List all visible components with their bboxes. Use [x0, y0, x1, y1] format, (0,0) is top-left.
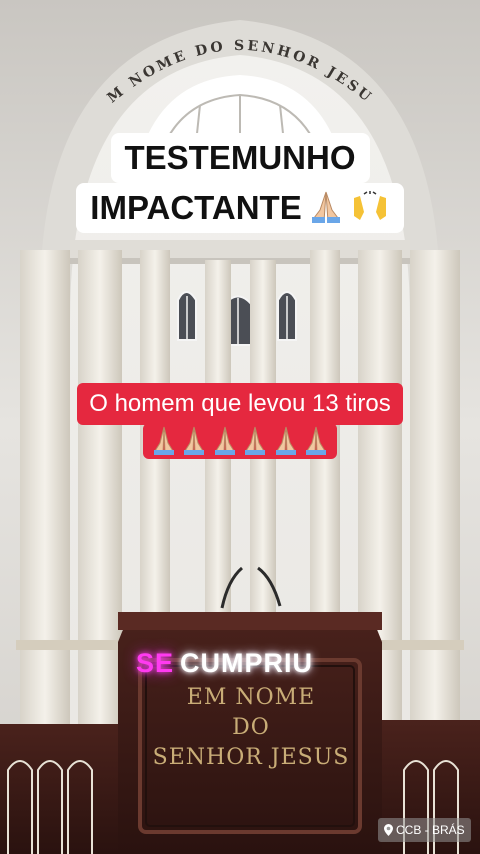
praying-hands-icon — [153, 426, 174, 455]
subtitle-banner: O homem que levou 13 tiros — [28, 383, 452, 459]
praying-hands-icon — [311, 191, 340, 223]
headline-line-2: IMPACTANTE — [76, 183, 404, 233]
pulpit-inscription-line-2: DO — [232, 715, 270, 740]
caption-word: CUMPRIU — [180, 648, 314, 678]
headline-line-2-text: IMPACTANTE — [90, 189, 302, 226]
raised-hands-icon — [353, 191, 386, 220]
headline-banner: TESTEMUNHO IMPACTANTE — [50, 133, 430, 233]
praying-hands-icon — [245, 426, 266, 455]
subtitle-text: O homem que levou 13 tiros — [77, 383, 403, 425]
headline-line-1: TESTEMUNHO — [110, 133, 370, 183]
subtitle-emoji-row — [142, 423, 338, 459]
location-badge[interactable]: CCB - BRÁS — [378, 818, 471, 842]
pulpit-inscription-line-1: EM NOME — [186, 685, 316, 710]
pulpit-inscription-line-3: SENHOR JESUS — [152, 745, 350, 770]
praying-hands-icon — [275, 426, 296, 455]
location-label: CCB - BRÁS — [396, 823, 465, 837]
pulpit-inscription: EM NOME DO SENHOR JESUS — [150, 683, 352, 773]
caption-word-highlight: SE — [136, 648, 175, 678]
praying-hands-icon — [214, 426, 235, 455]
animated-caption: SE CUMPRIU — [136, 648, 346, 679]
location-pin-icon — [384, 824, 393, 836]
praying-hands-icon — [184, 426, 205, 455]
praying-hands-icon — [306, 426, 327, 455]
